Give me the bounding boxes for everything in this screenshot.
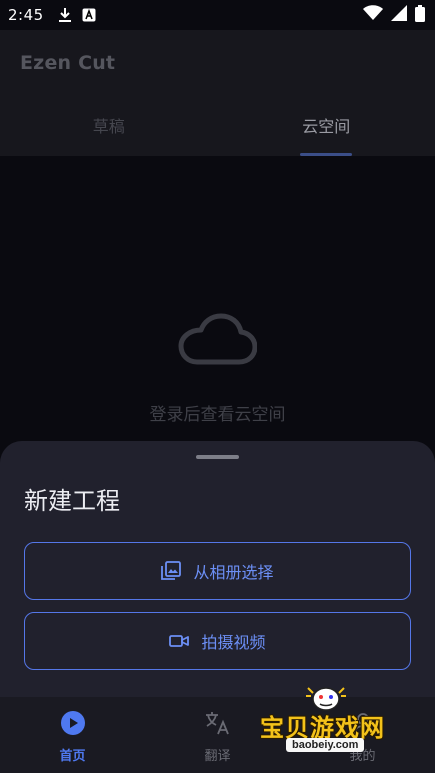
watermark: 宝贝游戏网 baobeiy.com <box>258 682 408 762</box>
status-time: 2:45 <box>8 6 44 24</box>
empty-state-text: 登录后查看云空间 <box>149 405 286 425</box>
new-project-sheet: 新建工程 从相册选择 拍摄视频 <box>0 441 435 697</box>
videocam-icon <box>169 633 190 649</box>
tab-bar: 草稿 云空间 <box>0 96 435 156</box>
select-from-album-label: 从相册选择 <box>193 563 274 582</box>
record-video-button[interactable]: 拍摄视频 <box>24 612 411 670</box>
tab-label: 云空间 <box>302 117 351 136</box>
app-screen: 2:45 Ezen Cut 草稿 云空间 登录后查看云空间 新建工程 从相册选择… <box>0 0 435 773</box>
drag-handle[interactable] <box>196 455 239 459</box>
tab-cloud-space[interactable]: 云空间 <box>218 96 435 156</box>
app-bar: Ezen Cut <box>0 30 435 96</box>
cloud-icon <box>177 312 258 372</box>
signal-icon <box>391 5 407 25</box>
app-title: Ezen Cut <box>20 52 116 74</box>
download-icon <box>58 7 72 23</box>
wifi-icon <box>363 5 383 25</box>
watermark-domain: baobeiy.com <box>286 738 365 752</box>
status-right-group <box>363 4 425 26</box>
battery-icon <box>415 4 425 26</box>
tab-label: 草稿 <box>92 117 125 136</box>
nav-label-home: 首页 <box>59 749 86 764</box>
select-from-album-button[interactable]: 从相册选择 <box>24 542 411 600</box>
record-video-label: 拍摄视频 <box>201 633 266 652</box>
app-notification-icon <box>82 8 96 22</box>
nav-label-translate: 翻译 <box>204 749 231 764</box>
nav-item-home[interactable]: 首页 <box>0 697 145 773</box>
sheet-title: 新建工程 <box>24 487 120 515</box>
status-bar: 2:45 <box>0 0 435 30</box>
tab-drafts[interactable]: 草稿 <box>0 96 218 156</box>
play-circle-icon <box>60 709 86 737</box>
translate-icon <box>204 709 232 737</box>
gallery-icon <box>161 561 182 581</box>
